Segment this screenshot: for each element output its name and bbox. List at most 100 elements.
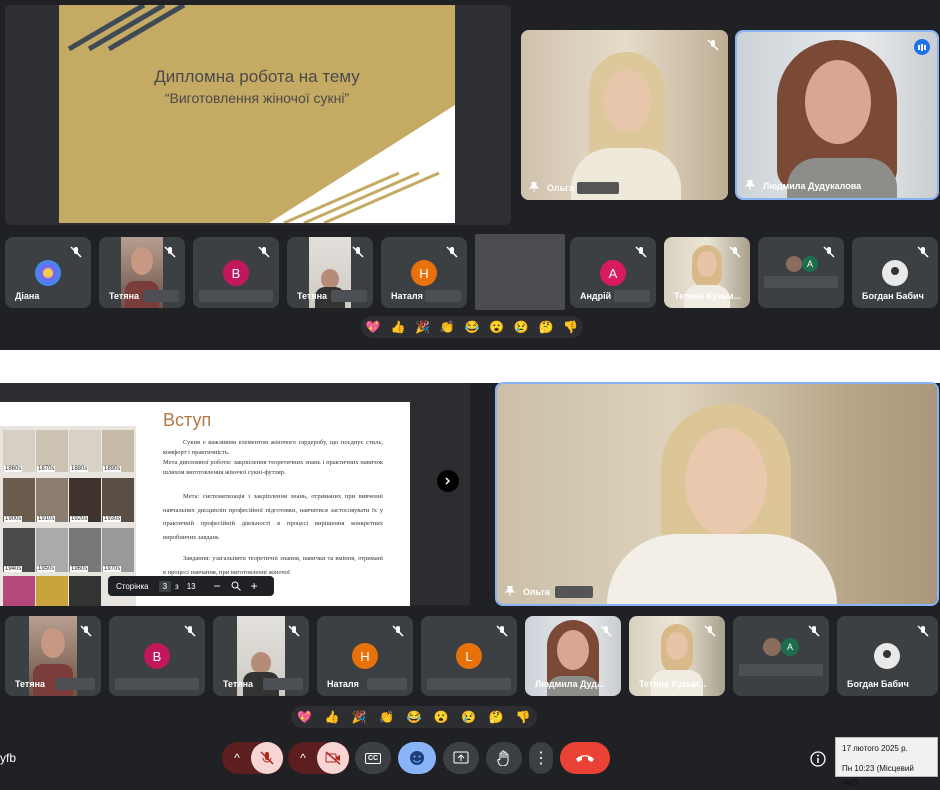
avatar-photo xyxy=(874,643,900,669)
reactions-button[interactable] xyxy=(398,742,436,774)
clock-tooltip: 17 лютого 2025 р. Пн 10:23 (Місцевий час… xyxy=(835,737,938,787)
mic-muted-icon xyxy=(164,246,176,258)
reaction-party-icon[interactable]: 🎉 xyxy=(415,320,430,334)
next-slide-button[interactable] xyxy=(437,470,459,492)
photo-label: 1880s xyxy=(70,466,89,472)
participant-name: Андрій . xyxy=(580,291,617,301)
participant-tile-bohdan[interactable]: Богдан Бабич xyxy=(852,237,938,308)
reaction-thumbs-down-icon[interactable]: 👎 xyxy=(563,320,578,334)
reaction-laugh-icon[interactable]: 😂 xyxy=(407,710,422,724)
participant-tile-tetiana-b2[interactable]: Тетяна xyxy=(213,616,309,696)
participant-tile-l[interactable]: L xyxy=(421,616,517,696)
participant-tile-tetiana-2[interactable]: Тетяна xyxy=(287,237,373,308)
photo-label: 1920s xyxy=(70,516,89,522)
name-redaction xyxy=(367,678,407,690)
reaction-surprised-icon[interactable]: 😮 xyxy=(434,710,449,724)
featured-tile-lyudmyla[interactable]: Людмила Дудукалова xyxy=(735,30,939,200)
photo-label: 1970s xyxy=(103,566,122,572)
featured-tile-olga-large[interactable]: Ольга xyxy=(495,382,939,606)
mic-muted-icon xyxy=(704,625,716,637)
more-options-button[interactable]: ⋮ xyxy=(529,742,553,774)
avatar-photo xyxy=(882,260,908,286)
mic-control-group: ^ xyxy=(222,742,284,774)
mic-toggle-button[interactable] xyxy=(251,742,283,774)
reaction-thumbs-up-icon[interactable]: 👍 xyxy=(391,320,406,334)
participant-tile-natalia-b[interactable]: Н Наталя xyxy=(317,616,413,696)
reaction-surprised-icon[interactable]: 😮 xyxy=(489,320,504,334)
participant-tile-lyudmyla-b[interactable]: Людмила Дуд... xyxy=(525,616,621,696)
reaction-thumbs-down-icon[interactable]: 👎 xyxy=(516,710,531,724)
participant-tile-natalia[interactable]: Н Наталя xyxy=(381,237,467,308)
mic-muted-icon xyxy=(729,246,741,258)
present-screen-button[interactable] xyxy=(443,742,479,774)
reaction-sad-icon[interactable]: 😢 xyxy=(514,320,529,334)
participant-tile-bohdan-b[interactable]: Богдан Бабич xyxy=(837,616,938,696)
reaction-clap-icon[interactable]: 👏 xyxy=(440,320,455,334)
mic-muted-icon xyxy=(707,39,719,51)
pin-icon[interactable] xyxy=(745,180,755,190)
meeting-code: yfb xyxy=(0,751,17,765)
reaction-sad-icon[interactable]: 😢 xyxy=(461,710,476,724)
end-call-icon xyxy=(576,755,594,762)
pin-icon[interactable] xyxy=(505,586,515,596)
participant-name: Тетяна Кузьм... xyxy=(639,679,707,689)
photo-label: 1950s xyxy=(37,566,56,572)
mic-muted-icon xyxy=(808,625,820,637)
participant-tile-v-b[interactable]: В xyxy=(109,616,205,696)
page-current-input[interactable]: 3 xyxy=(158,580,172,592)
reaction-clap-icon[interactable]: 👏 xyxy=(379,710,394,724)
participant-tile-andrii[interactable]: А Андрій . xyxy=(570,237,656,308)
camera-toggle-button[interactable] xyxy=(317,742,349,774)
participant-tile-tetiana-b1[interactable]: Тетяна xyxy=(5,616,101,696)
participant-tile-tetiana-kuzm-b[interactable]: Тетяна Кузьм... xyxy=(629,616,725,696)
chevron-right-icon xyxy=(445,477,451,485)
mic-muted-icon xyxy=(70,246,82,258)
photo-cell xyxy=(69,576,101,606)
avatar-photo xyxy=(786,256,802,272)
reaction-thinking-icon[interactable]: 🤔 xyxy=(538,320,553,334)
meeting-info-icon[interactable] xyxy=(810,751,826,767)
photo-label: 1910s xyxy=(37,516,56,522)
present-icon xyxy=(453,751,469,764)
raise-hand-button[interactable] xyxy=(486,742,522,774)
participant-tile-a-group-b[interactable]: A xyxy=(733,616,829,696)
page-label: Сторінка xyxy=(116,581,149,591)
name-redaction xyxy=(427,678,511,690)
name-redaction xyxy=(614,290,650,302)
avatar-photo xyxy=(763,638,781,656)
participant-tile-a-group[interactable]: A xyxy=(758,237,844,308)
reaction-heart-icon[interactable]: 💖 xyxy=(366,320,381,334)
participant-tile-v[interactable]: В xyxy=(193,237,279,308)
participant-tile-diana[interactable]: Діана xyxy=(5,237,91,308)
featured-tile-olga[interactable]: Ольга xyxy=(521,30,728,200)
camera-options-chevron[interactable]: ^ xyxy=(289,751,317,765)
name-redaction xyxy=(331,290,367,302)
slide-title-line2: “Виготовлення жіночої сукні” xyxy=(164,90,350,106)
reaction-thinking-icon[interactable]: 🤔 xyxy=(488,710,503,724)
participant-tile-tetiana-1[interactable]: Тетяна xyxy=(99,237,185,308)
mic-muted-icon xyxy=(80,625,92,637)
zoom-out-button[interactable]: − xyxy=(214,579,221,593)
participant-tile-empty[interactable] xyxy=(475,234,565,310)
participant-name: Людмила Дудукалова xyxy=(763,181,862,191)
zoom-icon[interactable] xyxy=(231,581,241,591)
mic-muted-icon xyxy=(288,625,300,637)
zoom-in-button[interactable]: + xyxy=(251,579,258,593)
mic-options-chevron[interactable]: ^ xyxy=(223,751,251,765)
photo-label: 1860s xyxy=(4,466,23,472)
slide-paragraph-2: Мета дипломної роботи: закріплення теоре… xyxy=(163,459,383,476)
participant-name: Тетяна xyxy=(109,291,140,301)
reaction-party-icon[interactable]: 🎉 xyxy=(352,710,367,724)
reaction-heart-icon[interactable]: 💖 xyxy=(297,710,312,724)
name-redaction xyxy=(764,276,838,288)
reaction-thumbs-up-icon[interactable]: 👍 xyxy=(325,710,340,724)
pin-icon[interactable] xyxy=(529,182,539,192)
slide-decoration xyxy=(67,5,455,223)
photo-label: 1930s xyxy=(103,516,122,522)
participant-tile-tetiana-kuzm[interactable]: Тетяна Кузьм... xyxy=(664,237,750,308)
captions-button[interactable]: CC xyxy=(355,742,391,774)
reaction-laugh-icon[interactable]: 😂 xyxy=(464,320,479,334)
mic-muted-icon xyxy=(258,246,270,258)
person-face xyxy=(603,70,651,132)
leave-call-button[interactable] xyxy=(560,742,610,774)
